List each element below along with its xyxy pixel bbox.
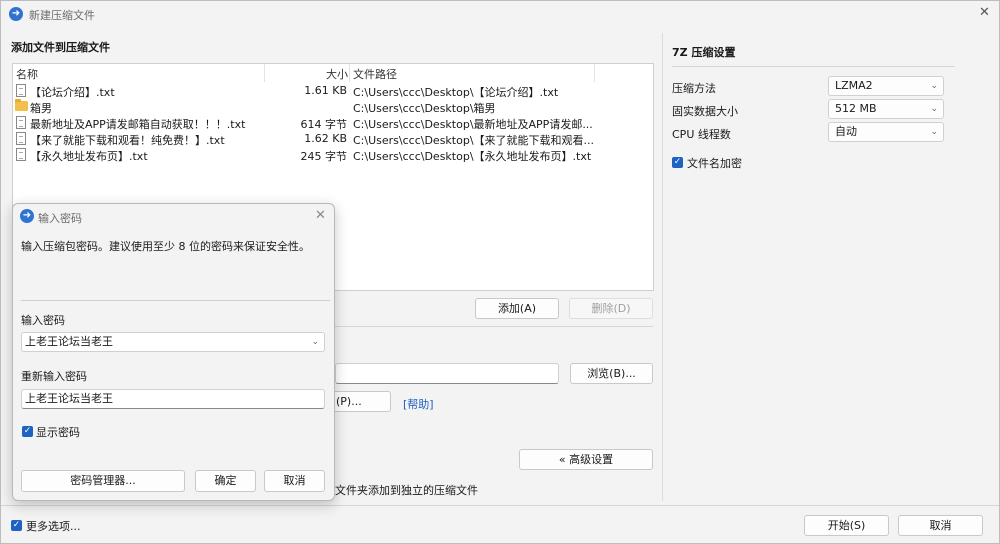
file-row[interactable]: 【来了就能下载和观看！纯免费！】.txt 1.62 KB C:\Users\cc…	[13, 131, 653, 147]
password-label: 输入密码	[21, 314, 65, 327]
delete-button[interactable]: 删除(D)	[569, 298, 653, 319]
file-row[interactable]: 【永久地址发布页】.txt 245 字节 C:\Users\ccc\Deskto…	[13, 147, 653, 163]
file-name: 【论坛介绍】.txt	[30, 86, 115, 99]
file-size: 1.61 KB	[304, 84, 347, 97]
column-name[interactable]: 名称	[16, 66, 38, 82]
show-password-checkbox[interactable]: ✓	[22, 426, 33, 437]
password-manager-button[interactable]: 密码管理器...	[21, 470, 185, 492]
dict-select[interactable]: 512 MB ⌄	[828, 99, 944, 119]
file-size: 245 字节	[300, 150, 348, 163]
divider	[335, 326, 653, 327]
file-path: C:\Users\ccc\Desktop\【永久地址发布页】.txt	[353, 150, 592, 163]
confirm-password-input[interactable]: 上老王论坛当老王	[21, 389, 325, 409]
file-size: 1.62 KB	[304, 132, 347, 145]
show-password-label[interactable]: 显示密码	[36, 424, 80, 440]
set-password-button[interactable]: (P)...	[327, 391, 391, 412]
folder-icon	[15, 99, 28, 111]
column-separator	[349, 64, 350, 82]
app-logo-icon: ➜	[9, 7, 23, 21]
settings-divider	[672, 66, 955, 67]
file-name: 【来了就能下载和观看！纯免费！】.txt	[30, 134, 225, 147]
dialog-close-icon[interactable]: ✕	[315, 209, 326, 223]
dialog-divider	[21, 300, 330, 301]
archive-path-input[interactable]	[335, 363, 559, 384]
dialog-description: 输入压缩包密码。建议使用至少 8 位的密码来保证安全性。	[21, 240, 310, 253]
encrypt-names-label[interactable]: 文件名加密	[687, 155, 742, 171]
password-input[interactable]: 上老王论坛当老王 ⌄	[21, 332, 325, 352]
title-bar: ➜ 新建压缩文件 ✕	[1, 1, 999, 27]
method-label: 压缩方法	[672, 82, 716, 95]
file-path: C:\Users\ccc\Desktop\【论坛介绍】.txt	[353, 86, 559, 99]
file-size: 614 字节	[300, 118, 348, 131]
file-name: 箱男	[30, 102, 52, 115]
column-path[interactable]: 文件路径	[353, 66, 397, 82]
dialog-title: 输入密码	[38, 212, 82, 225]
more-options-checkbox[interactable]: ✓	[11, 520, 22, 531]
more-options-label[interactable]: 更多选项...	[26, 518, 81, 534]
password-value: 上老王论坛当老王	[25, 335, 113, 348]
file-path: C:\Users\ccc\Desktop\【来了就能下载和观看...	[353, 134, 593, 147]
dialog-cancel-button[interactable]: 取消	[264, 470, 325, 492]
file-row[interactable]: 箱男 C:\Users\ccc\Desktop\箱男	[13, 99, 653, 115]
threads-value: 自动	[835, 125, 857, 138]
file-path: C:\Users\ccc\Desktop\箱男	[353, 102, 496, 115]
dict-value: 512 MB	[835, 102, 877, 115]
file-row[interactable]: 最新地址及APP请发邮箱自动获取！！！.txt 614 字节 C:\Users\…	[13, 115, 653, 131]
method-select[interactable]: LZMA2 ⌄	[828, 76, 944, 96]
file-icon	[16, 84, 26, 97]
threads-select[interactable]: 自动 ⌄	[828, 122, 944, 142]
file-row[interactable]: 【论坛介绍】.txt 1.61 KB C:\Users\ccc\Desktop\…	[13, 83, 653, 99]
file-icon	[16, 148, 26, 161]
window-title: 新建压缩文件	[29, 9, 95, 22]
settings-panel: 7Z 压缩设置 压缩方法 LZMA2 ⌄ 固实数据大小 512 MB ⌄ CPU…	[662, 33, 991, 501]
threads-label: CPU 线程数	[672, 128, 731, 141]
chevron-down-icon: ⌄	[930, 104, 938, 114]
add-button[interactable]: 添加(A)	[475, 298, 559, 319]
file-name: 最新地址及APP请发邮箱自动获取！！！.txt	[30, 118, 246, 131]
help-link[interactable]: [帮助]	[403, 396, 434, 412]
settings-heading: 7Z 压缩设置	[672, 46, 736, 59]
file-name: 【永久地址发布页】.txt	[30, 150, 148, 163]
browse-button[interactable]: 浏览(B)...	[570, 363, 653, 384]
file-path: C:\Users\ccc\Desktop\最新地址及APP请发邮...	[353, 118, 593, 131]
app-logo-icon: ➜	[20, 209, 34, 223]
confirm-password-label: 重新输入密码	[21, 370, 87, 383]
confirm-password-value: 上老王论坛当老王	[25, 392, 113, 405]
method-value: LZMA2	[835, 79, 873, 92]
password-dialog: ➜ 输入密码 ✕ 输入压缩包密码。建议使用至少 8 位的密码来保证安全性。 输入…	[12, 203, 335, 501]
column-size[interactable]: 大小	[326, 66, 348, 82]
start-button[interactable]: 开始(S)	[804, 515, 889, 536]
chevron-down-icon: ⌄	[930, 127, 938, 137]
dialog-ok-button[interactable]: 确定	[195, 470, 256, 492]
main-heading: 添加文件到压缩文件	[11, 41, 110, 54]
chevron-down-icon: ⌄	[930, 81, 938, 91]
window-close-icon[interactable]: ✕	[979, 6, 990, 20]
file-icon	[16, 116, 26, 129]
file-icon	[16, 132, 26, 145]
column-separator	[594, 64, 595, 82]
dict-label: 固实数据大小	[672, 105, 738, 118]
column-separator	[264, 64, 265, 82]
compress-window: ➜ 新建压缩文件 ✕ 添加文件到压缩文件 名称 大小 文件路径 【论坛介绍】.t…	[0, 0, 1000, 544]
divider	[1, 505, 999, 506]
encrypt-names-checkbox[interactable]: ✓	[672, 157, 683, 168]
advanced-settings-button[interactable]: « 高级设置	[519, 449, 653, 470]
chevron-down-icon[interactable]: ⌄	[311, 333, 319, 351]
cancel-button[interactable]: 取消	[898, 515, 983, 536]
separate-archive-label: 文件夹添加到独立的压缩文件	[335, 484, 478, 497]
